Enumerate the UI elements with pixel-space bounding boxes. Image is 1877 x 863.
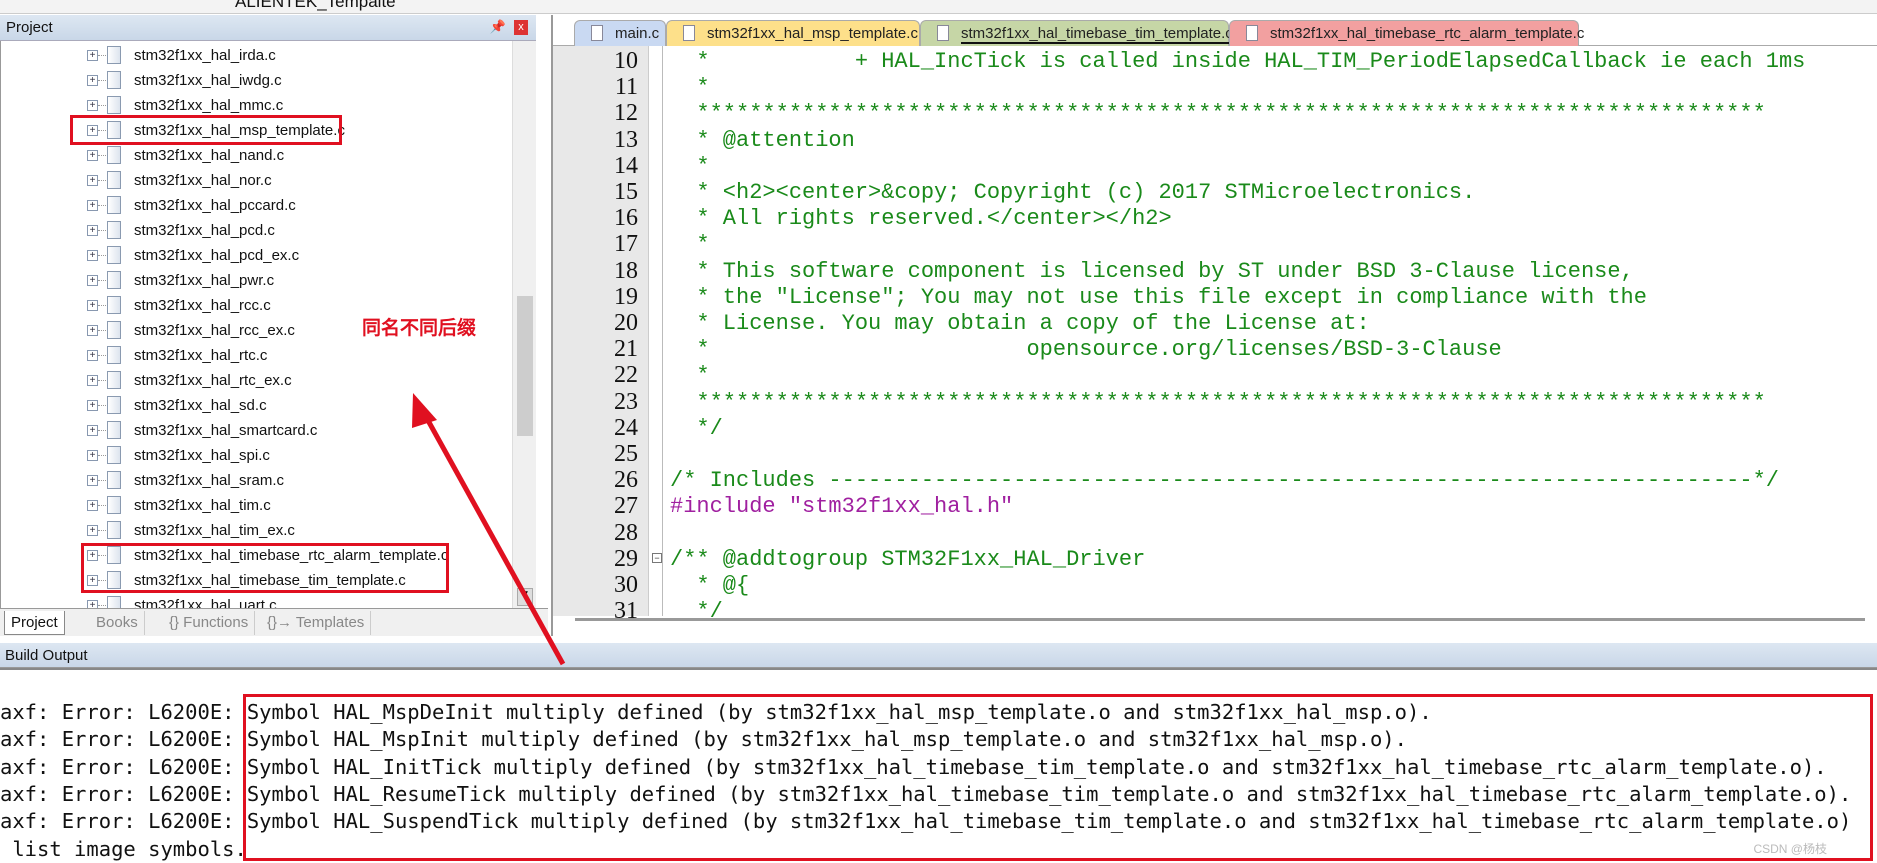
watermark: CSDN @杨枝 (1753, 842, 1827, 856)
arrow-line (422, 413, 566, 666)
annotation-arrow (412, 393, 566, 666)
arrow-head (412, 393, 437, 428)
